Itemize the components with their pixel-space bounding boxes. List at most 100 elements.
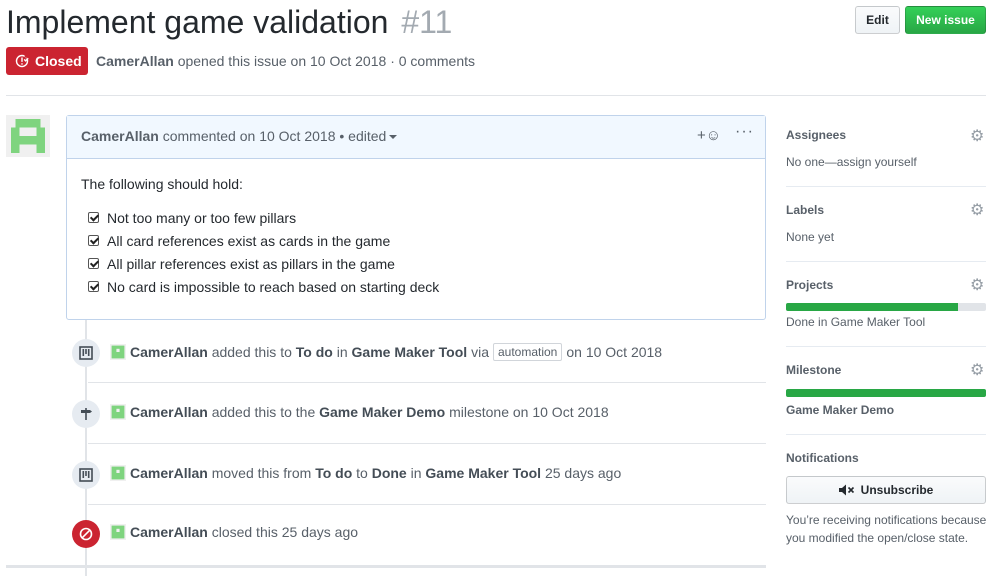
avatar[interactable] [110,404,126,420]
timeline-text: CamerAllan added this to the Game Maker … [110,404,609,420]
task-item: All card references exist as cards in th… [81,229,751,252]
project-progress-bar [786,303,986,311]
timeline-text: CamerAllan moved this from To do to Done… [110,465,621,481]
issue-comment: CamerAllan commented on 10 Oct 2018 • ed… [66,115,766,320]
event-text: to [356,465,368,481]
comment-meta: CamerAllan commented on 10 Oct 2018 • ed… [81,128,398,144]
timeline-event: CamerAllan closed this 25 days ago [72,520,766,581]
sidebar-divider [786,434,986,435]
event-text: closed this 25 days ago [211,524,359,540]
comment-date[interactable]: commented on 10 Oct 2018 [163,128,336,144]
issue-author-link[interactable]: CamerAllan [96,53,174,69]
edited-label: • edited [339,128,387,144]
project-icon [72,461,100,489]
edited-dropdown[interactable]: • edited [339,128,398,144]
status-text: Closed [35,53,82,69]
event-text: in [336,344,348,360]
project-icon [72,339,100,367]
column-name: To do [315,465,353,481]
timeline-event: CamerAllan added this to the Game Maker … [72,400,766,461]
event-text: added this to [211,344,292,360]
actor-link[interactable]: CamerAllan [130,404,208,420]
timeline-event: CamerAllan added this to To do in Game M… [72,339,766,400]
milestone-link[interactable]: Game Maker Demo [319,404,445,420]
milestone-icon [72,400,100,428]
avatar[interactable] [110,524,126,540]
assign-yourself-link[interactable]: No one—assign yourself [786,155,917,169]
issue-opened-text: opened this issue on 10 Oct 2018 [177,53,387,69]
closed-icon [72,520,100,548]
checkbox-checked[interactable] [88,258,99,269]
unsubscribe-button[interactable]: Unsubscribe [786,476,986,504]
gear-icon[interactable]: ⚙ [970,360,984,380]
assignees-heading: Assignees [786,128,847,142]
timeline-divider [88,443,766,444]
timeline-text: CamerAllan closed this 25 days ago [110,524,358,540]
checkbox-checked[interactable] [88,281,99,292]
checkbox-checked[interactable] [88,235,99,246]
add-reaction-icon[interactable]: +☺ [697,127,721,144]
gear-icon[interactable]: ⚙ [970,200,984,220]
project-link[interactable]: Game Maker Tool [425,465,541,481]
milestone-link[interactable]: Game Maker Demo [786,403,894,417]
project-link[interactable]: Game Maker Tool [352,344,468,360]
progress-fill [786,303,958,311]
progress-fill [786,389,986,397]
event-date[interactable]: on 10 Oct 2018 [566,344,662,360]
event-text: moved this from [211,465,312,481]
milestone-heading: Milestone [786,363,842,377]
task-item: All pillar references exist as pillars i… [81,252,751,275]
automation-label: automation [492,343,563,361]
event-text: milestone on 10 Oct 2018 [449,404,609,420]
gear-icon[interactable]: ⚙ [970,126,984,146]
timeline-text: CamerAllan added this to To do in Game M… [110,343,662,361]
comment-intro: The following should hold: [81,176,243,192]
comments-count: 0 comments [398,53,475,69]
event-text: added this to the [211,404,316,420]
event-text: in [410,465,422,481]
column-name: Done [371,465,407,481]
event-text: via [471,344,489,360]
projects-heading: Projects [786,278,834,292]
column-name: To do [295,344,333,360]
issue-title: Implement game validation #11 [6,2,452,42]
issue-number: #11 [401,4,453,40]
sidebar-divider [786,346,986,347]
timeline-divider [88,504,766,505]
meta-separator: · [390,53,395,69]
timeline-event: CamerAllan moved this from To do to Done… [72,461,766,522]
actor-link[interactable]: CamerAllan [130,524,208,540]
avatar[interactable] [6,115,50,157]
labels-heading: Labels [786,203,825,217]
notification-reason: You’re receiving notifications because y… [786,513,987,545]
event-date[interactable]: 25 days ago [545,465,621,481]
header-divider [6,95,986,96]
comment-author-link[interactable]: CamerAllan [81,128,159,144]
timeline-divider [88,382,766,383]
project-status-link[interactable]: Done in Game Maker Tool [786,315,925,329]
comment-header: CamerAllan commented on 10 Oct 2018 • ed… [67,116,765,159]
edit-button[interactable]: Edit [855,6,900,34]
labels-value: None yet [786,230,835,244]
issue-meta: CamerAllan opened this issue on 10 Oct 2… [96,53,475,69]
new-issue-button[interactable]: New issue [905,6,986,34]
issue-title-text: Implement game validation [6,4,389,40]
more-options-icon[interactable]: ··· [735,123,754,141]
status-badge: Closed [6,47,88,75]
unsubscribe-label: Unsubscribe [860,483,934,497]
sidebar-divider [786,261,986,262]
notifications-heading: Notifications [786,451,859,465]
task-label: No card is impossible to reach based on … [107,278,440,295]
actor-link[interactable]: CamerAllan [130,465,208,481]
comment-body: The following should hold: Not too many … [81,176,751,298]
checkbox-checked[interactable] [88,212,99,223]
actor-link[interactable]: CamerAllan [130,344,208,360]
task-label: All pillar references exist as pillars i… [107,255,395,272]
timeline-bottom-divider [6,565,766,568]
avatar[interactable] [110,465,126,481]
gear-icon[interactable]: ⚙ [970,275,984,295]
avatar[interactable] [110,344,126,360]
task-item: Not too many or too few pillars [81,206,751,229]
mute-icon [838,484,854,496]
task-item: No card is impossible to reach based on … [81,275,751,298]
